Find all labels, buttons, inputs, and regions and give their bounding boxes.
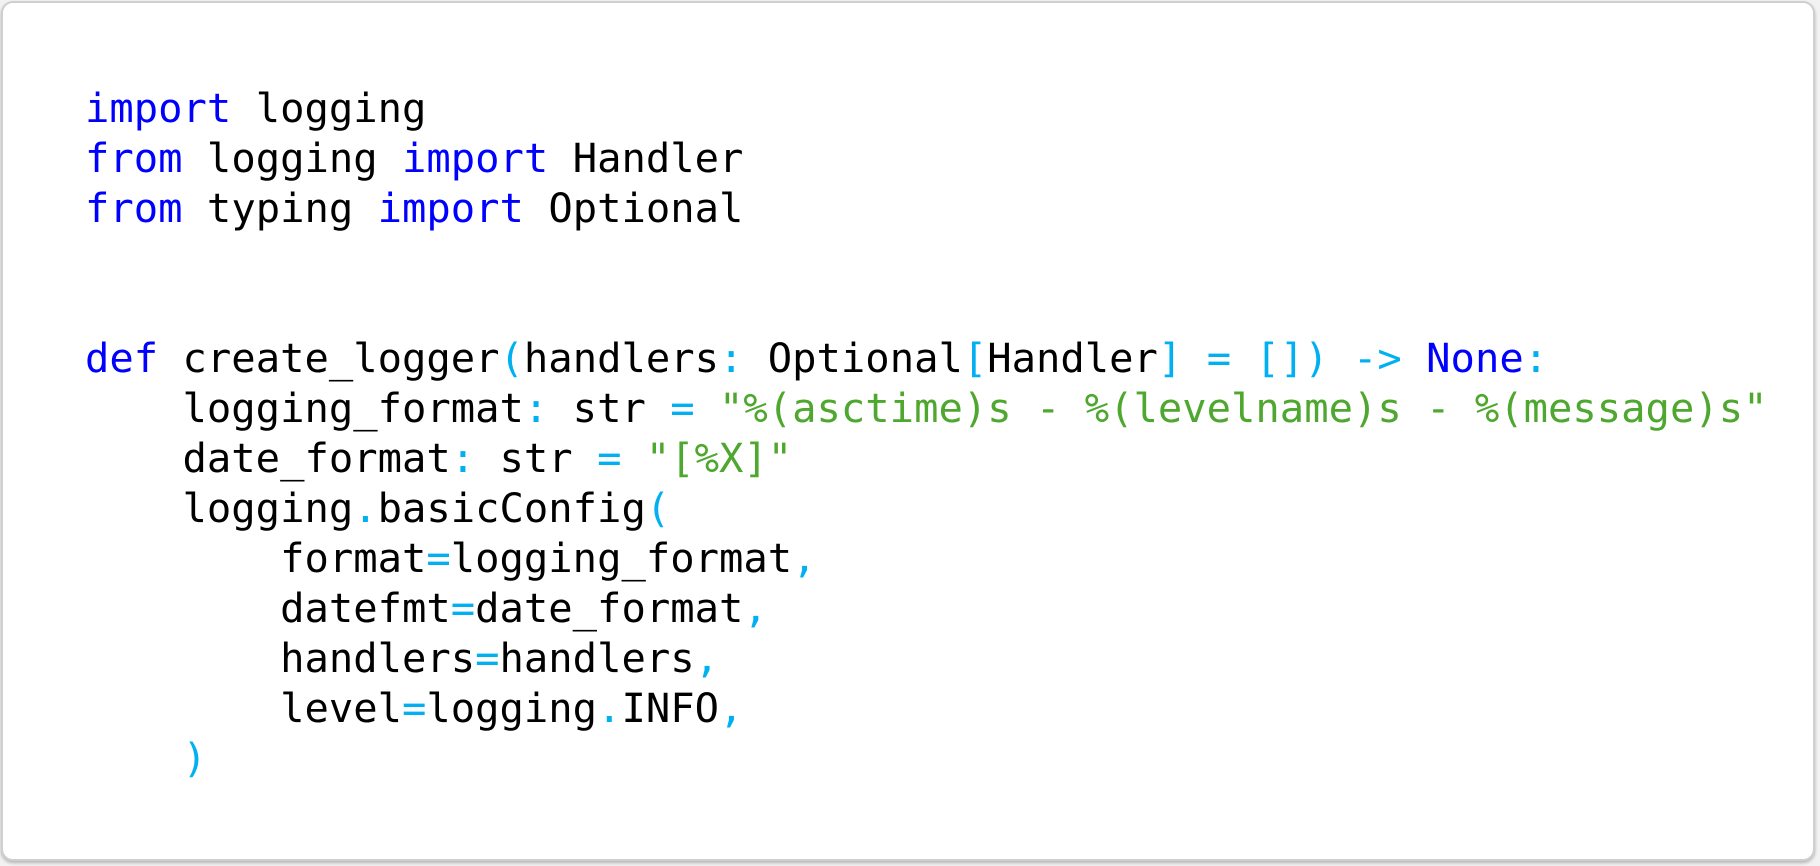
code-identifier: logging_format [450, 534, 793, 582]
code-identifier: str [548, 384, 671, 432]
code-identifier [621, 434, 645, 482]
code-identifier: logging [182, 134, 402, 182]
code-operator: = [597, 434, 622, 482]
code-operator: , [743, 584, 768, 632]
code-identifier: handlers [85, 634, 476, 682]
code-line: format=logging_format, [85, 533, 1767, 583]
code-identifier [1329, 334, 1353, 382]
code-operator: = [426, 534, 451, 582]
code-identifier: handlers [523, 334, 719, 382]
code-string: "%(asctime)s - %(levelname)s - %(message… [719, 384, 1768, 432]
code-keyword: import [377, 184, 524, 232]
code-line: datefmt=date_format, [85, 583, 1767, 633]
code-line: logging.basicConfig( [85, 483, 1767, 533]
code-keyword: def [85, 334, 159, 382]
code-line: from typing import Optional [85, 183, 1767, 233]
code-string: "[%X]" [645, 434, 793, 482]
code-identifier: datefmt [85, 584, 451, 632]
code-operator: , [694, 634, 719, 682]
code-operator: ( [499, 334, 524, 382]
code-identifier: logging [426, 684, 598, 732]
code-identifier [85, 734, 183, 782]
code-operator: ] = []) [1157, 334, 1329, 382]
code-identifier: date_format [475, 584, 744, 632]
code-identifier [695, 384, 719, 432]
code-identifier [1402, 334, 1426, 382]
code-operator: = [450, 584, 476, 632]
code-line: level=logging.INFO, [85, 683, 1767, 733]
code-operator: ( [645, 484, 671, 532]
code-identifier: date_format [85, 434, 451, 482]
code-keyword: None [1426, 334, 1524, 382]
code-card: import logging from logging import Handle… [1, 1, 1815, 861]
code-identifier: logging [231, 84, 427, 132]
code-identifier: Handler [548, 134, 744, 182]
code-identifier: INFO [621, 684, 719, 732]
code-operator: , [792, 534, 817, 582]
code-block: import logging from logging import Handle… [85, 83, 1767, 783]
code-identifier: Handler [987, 334, 1158, 382]
code-identifier: handlers [499, 634, 695, 682]
code-operator: . [597, 684, 622, 732]
code-line: ) [85, 733, 1767, 783]
code-operator: : [450, 434, 476, 482]
code-operator: : [1523, 334, 1549, 382]
code-line: handlers=handlers, [85, 633, 1767, 683]
code-identifier: basicConfig [377, 484, 646, 532]
code-line: from logging import Handler [85, 133, 1767, 183]
code-operator: -> [1353, 334, 1402, 382]
code-identifier: format [85, 534, 427, 582]
code-line: import logging [85, 83, 1767, 133]
code-line: def create_logger(handlers: Optional[Han… [85, 333, 1767, 383]
code-operator: = [670, 384, 695, 432]
code-identifier: create_logger [158, 334, 500, 382]
code-operator: [ [962, 334, 988, 382]
code-operator: . [353, 484, 378, 532]
code-operator: = [475, 634, 500, 682]
code-keyword: from [85, 134, 183, 182]
code-keyword: import [85, 84, 232, 132]
code-operator: , [719, 684, 744, 732]
code-keyword: import [402, 134, 549, 182]
code-identifier: logging [85, 484, 354, 532]
code-identifier: Optional [743, 334, 963, 382]
code-keyword: from [85, 184, 183, 232]
code-identifier: logging_format [85, 384, 524, 432]
code-identifier: str [475, 434, 598, 482]
code-line: date_format: str = "[%X]" [85, 433, 1767, 483]
code-identifier: Optional [523, 184, 744, 232]
code-operator: : [719, 334, 744, 382]
code-identifier: level [85, 684, 402, 732]
code-operator: = [401, 684, 427, 732]
code-line: logging_format: str = "%(asctime)s - %(l… [85, 383, 1768, 433]
code-operator: : [523, 384, 549, 432]
code-identifier: typing [182, 184, 378, 232]
code-operator: ) [182, 734, 207, 782]
